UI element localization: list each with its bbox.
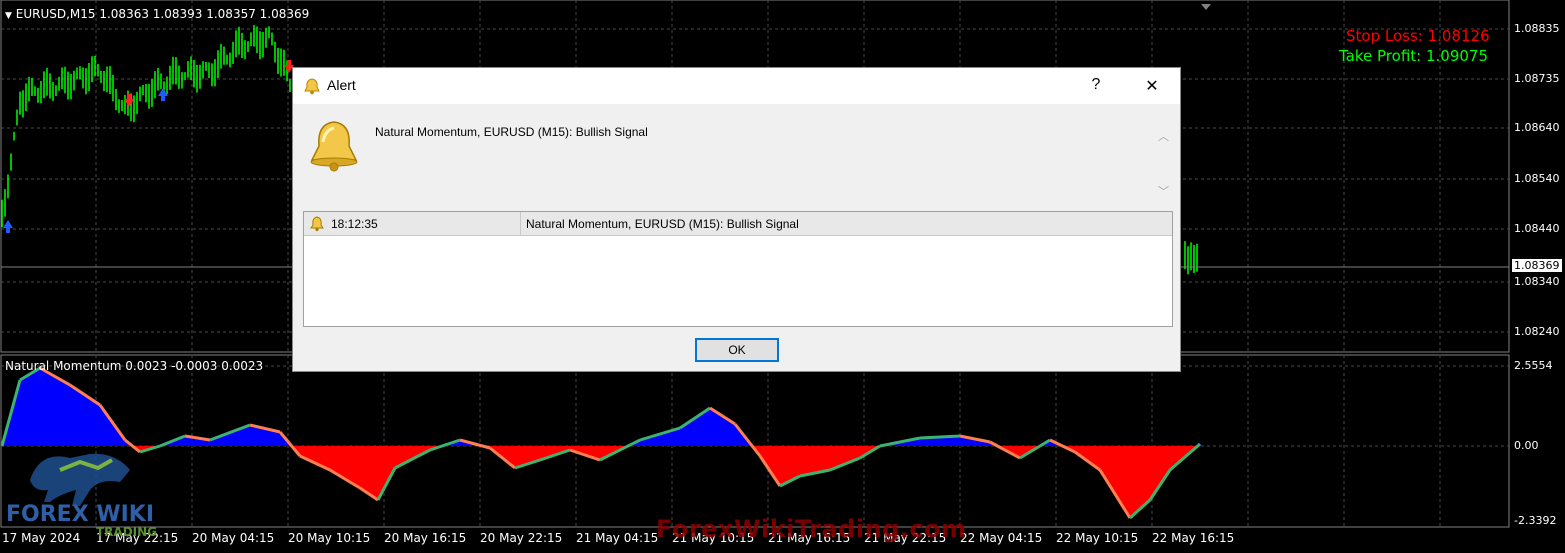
price-tick: 1.08240 [1514, 325, 1560, 338]
logo-text: FOREX WIKI [6, 502, 155, 527]
price-tick: 1.08440 [1514, 222, 1560, 235]
momentum-line [919, 434, 961, 440]
bell-icon [304, 78, 320, 95]
time-tick: 21 May 04:15 [576, 531, 659, 545]
alert-time: 18:12:35 [331, 217, 378, 231]
bull-logo-icon [30, 453, 130, 506]
logo-subtext: TRADING [96, 525, 158, 539]
column-divider [520, 212, 521, 236]
current-price-label: 1.08369 [1512, 259, 1562, 272]
time-tick: 20 May 10:15 [288, 531, 371, 545]
time-tick: 22 May 16:15 [1152, 531, 1235, 545]
buy-arrow-stem [6, 228, 10, 233]
time-tick: 20 May 22:15 [480, 531, 563, 545]
price-tick: 1.08735 [1514, 72, 1560, 85]
time-tick: 20 May 16:15 [384, 531, 467, 545]
time-tick: 22 May 10:15 [1056, 531, 1139, 545]
price-tick: 1.08340 [1514, 275, 1560, 288]
price-tick: 1.08835 [1514, 22, 1560, 35]
sell-arrow-stem [287, 60, 291, 65]
alert-dialog[interactable]: Alert ? ✕ Natural Momentum, EURUSD (M15)… [292, 67, 1181, 372]
time-tick: 20 May 04:15 [192, 531, 275, 545]
dialog-title: Alert [327, 77, 356, 93]
alert-message: Natural Momentum, EURUSD (M15): Bullish … [375, 125, 648, 139]
bell-icon [310, 216, 324, 232]
alert-history-list[interactable]: 18:12:35 Natural Momentum, EURUSD (M15):… [303, 211, 1173, 327]
help-button[interactable]: ? [1081, 76, 1111, 94]
chart-menu-icon[interactable]: ▼ [5, 11, 12, 21]
time-tick: 22 May 04:15 [960, 531, 1043, 545]
buy-arrow-stem [161, 96, 165, 101]
price-tick: 1.08540 [1514, 172, 1560, 185]
stop-loss-label: Stop Loss: 1.08126 [1346, 27, 1490, 45]
bell-icon [310, 121, 358, 172]
symbol-quote: EURUSD,M15 1.08363 1.08393 1.08357 1.083… [15, 7, 310, 21]
ok-button[interactable]: OK [695, 338, 779, 362]
price-tick: 1.08640 [1514, 121, 1560, 134]
time-tick: 17 May 2024 [2, 531, 81, 545]
indicator-tick: -2.3392 [1514, 514, 1557, 527]
sell-arrow-stem [127, 94, 131, 99]
close-button[interactable]: ✕ [1137, 76, 1167, 96]
chart-symbol-header: ▼ EURUSD,M15 1.08363 1.08393 1.08357 1.0… [5, 7, 309, 21]
scroll-up-icon[interactable]: ︿ [1158, 128, 1169, 144]
list-item[interactable]: 18:12:35 Natural Momentum, EURUSD (M15):… [304, 212, 1172, 236]
buy-arrow-icon [3, 220, 13, 228]
alert-text: Natural Momentum, EURUSD (M15): Bullish … [526, 217, 799, 231]
chart-shift-marker[interactable] [1201, 4, 1211, 10]
indicator-header: Natural Momentum 0.0023 -0.0003 0.0023 [5, 359, 264, 373]
scroll-down-icon[interactable]: ﹀ [1158, 183, 1169, 199]
watermark: ForexWikiTrading.com [656, 515, 967, 543]
take-profit-label: Take Profit: 1.09075 [1339, 47, 1488, 65]
indicator-tick: 0.00 [1514, 439, 1539, 452]
indicator-tick: 2.5554 [1514, 359, 1553, 372]
dialog-titlebar[interactable]: Alert ? ✕ [293, 68, 1180, 104]
